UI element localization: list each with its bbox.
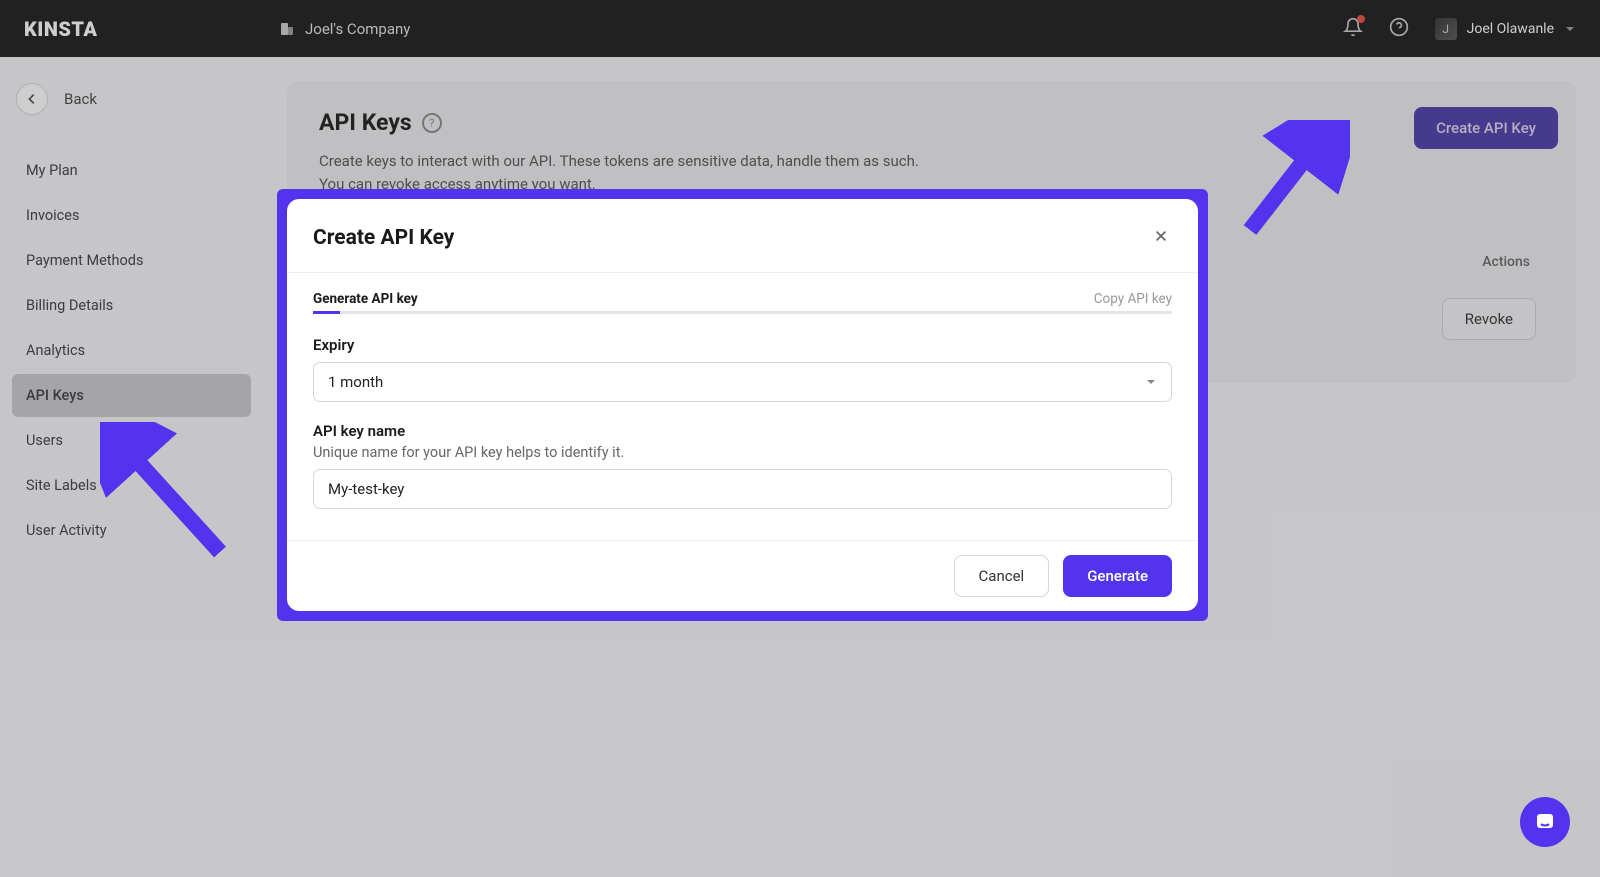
step-generate: Generate API key bbox=[313, 291, 418, 307]
intercom-launcher[interactable] bbox=[1520, 797, 1570, 847]
sidebar: Back My PlanInvoicesPayment MethodsBilli… bbox=[0, 57, 263, 877]
help-circle-icon bbox=[1389, 17, 1409, 37]
avatar: J bbox=[1435, 18, 1457, 40]
sidebar-item-api-keys[interactable]: API Keys bbox=[12, 374, 251, 417]
sidebar-item-analytics[interactable]: Analytics bbox=[12, 329, 251, 372]
actions-column-header: Actions bbox=[1482, 254, 1530, 270]
chat-icon bbox=[1533, 810, 1557, 834]
create-api-key-button[interactable]: Create API Key bbox=[1414, 107, 1558, 149]
help-icon[interactable]: ? bbox=[422, 113, 442, 133]
user-name: Joel Olawanle bbox=[1467, 21, 1554, 37]
cancel-button[interactable]: Cancel bbox=[954, 555, 1050, 597]
api-key-name-label: API key name bbox=[313, 422, 1172, 440]
back-button[interactable] bbox=[16, 83, 48, 115]
back-label: Back bbox=[64, 90, 97, 108]
sidebar-item-users[interactable]: Users bbox=[12, 419, 251, 462]
notification-dot bbox=[1357, 15, 1365, 23]
sidebar-item-payment-methods[interactable]: Payment Methods bbox=[12, 239, 251, 282]
page-title: API Keys bbox=[319, 109, 412, 136]
annotation-highlight-modal: Create API Key Generate API key Copy API… bbox=[277, 189, 1208, 621]
building-icon bbox=[279, 21, 295, 37]
expiry-label: Expiry bbox=[313, 336, 1172, 354]
progress-fill bbox=[313, 311, 340, 314]
sidebar-item-site-labels[interactable]: Site Labels bbox=[12, 464, 251, 507]
help-button[interactable] bbox=[1389, 17, 1409, 41]
generate-button[interactable]: Generate bbox=[1063, 555, 1172, 597]
progress-track bbox=[313, 311, 1172, 314]
chevron-down-icon bbox=[1564, 23, 1576, 35]
sidebar-item-billing-details[interactable]: Billing Details bbox=[12, 284, 251, 327]
sidebar-item-invoices[interactable]: Invoices bbox=[12, 194, 251, 237]
expiry-value: 1 month bbox=[328, 373, 383, 391]
expiry-select[interactable]: 1 month bbox=[313, 362, 1172, 402]
chevron-down-icon bbox=[1145, 376, 1157, 388]
user-menu[interactable]: J Joel Olawanle bbox=[1435, 18, 1576, 40]
step-copy: Copy API key bbox=[1094, 291, 1172, 307]
company-selector[interactable]: Joel's Company bbox=[279, 20, 410, 38]
modal-title: Create API Key bbox=[313, 226, 454, 250]
notifications-button[interactable] bbox=[1343, 17, 1363, 41]
create-api-key-modal: Create API Key Generate API key Copy API… bbox=[287, 199, 1198, 611]
modal-close-button[interactable] bbox=[1150, 223, 1172, 252]
arrow-left-icon bbox=[25, 92, 39, 106]
logo[interactable]: KINSTA bbox=[24, 17, 279, 41]
sidebar-item-user-activity[interactable]: User Activity bbox=[12, 509, 251, 552]
api-key-name-input[interactable] bbox=[313, 469, 1172, 509]
sidebar-item-my-plan[interactable]: My Plan bbox=[12, 149, 251, 192]
close-icon bbox=[1154, 229, 1168, 243]
revoke-button[interactable]: Revoke bbox=[1442, 298, 1536, 340]
api-key-name-help: Unique name for your API key helps to id… bbox=[313, 444, 1172, 461]
topbar: KINSTA Joel's Company J Joel Olawanle bbox=[0, 0, 1600, 57]
company-name: Joel's Company bbox=[305, 20, 410, 38]
